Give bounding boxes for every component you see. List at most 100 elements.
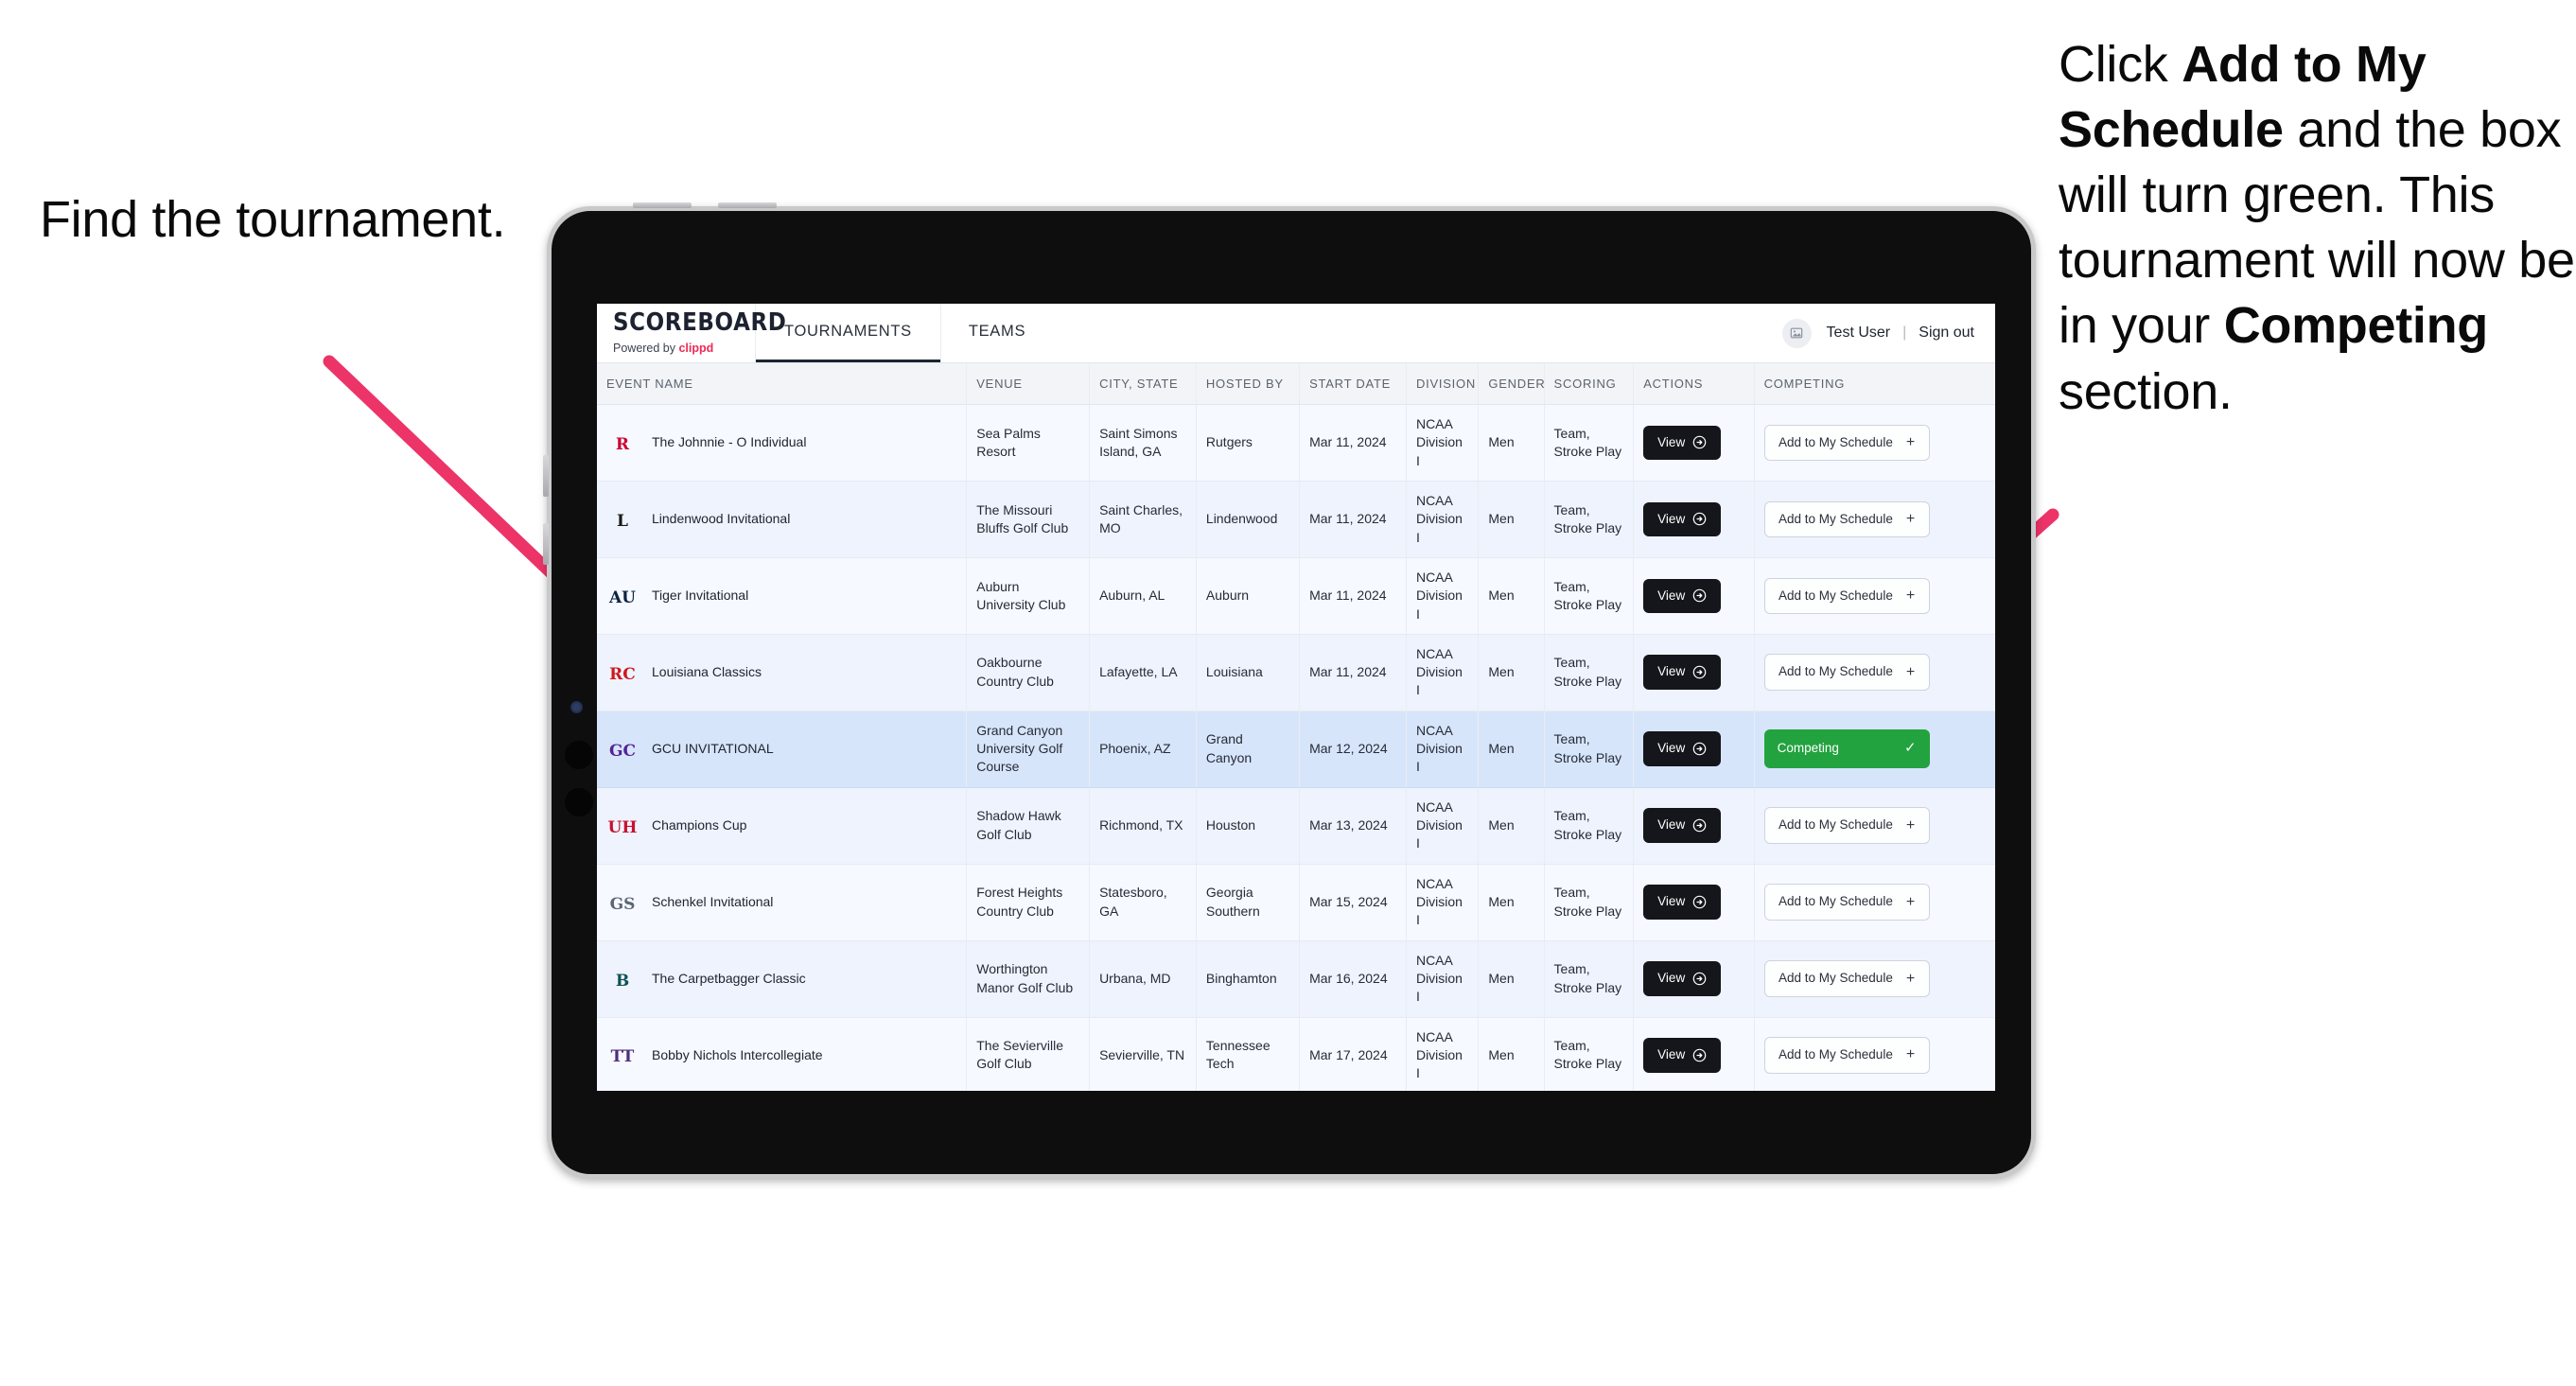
cell-actions: View xyxy=(1633,711,1755,788)
side-button-a[interactable] xyxy=(543,455,549,497)
avatar[interactable] xyxy=(1781,318,1812,348)
view-button[interactable]: View xyxy=(1643,578,1722,614)
cell-start-date: Mar 12, 2024 xyxy=(1299,711,1407,788)
cell-division: NCAA Division I xyxy=(1406,404,1480,482)
front-camera-icon xyxy=(570,701,583,713)
table-row[interactable]: GS Schenkel Invitational Forest Heights Co… xyxy=(597,864,1995,941)
brand-logo[interactable]: SCOREBOARD Powered by clippd xyxy=(597,304,786,362)
add-to-my-schedule-button[interactable]: Add to My Schedule + xyxy=(1763,500,1930,538)
view-button[interactable]: View xyxy=(1643,731,1722,767)
view-button[interactable]: View xyxy=(1643,885,1722,920)
cell-gender: Men xyxy=(1478,787,1545,865)
table-row[interactable]: TT Bobby Nichols Intercollegiate The Sevie… xyxy=(597,1017,1995,1091)
table-row[interactable]: UH Champions Cup Shadow Hawk Golf Club Rich… xyxy=(597,787,1995,865)
annotation-segment-3: Competing xyxy=(2223,297,2489,355)
arrow-right-circle-icon xyxy=(1692,512,1707,526)
add-to-my-schedule-label: Add to My Schedule xyxy=(1779,434,1893,449)
event-name-label: Schenkel Invitational xyxy=(652,893,774,909)
sign-out-link[interactable]: Sign out xyxy=(1919,325,1974,342)
volume-down-button[interactable] xyxy=(718,202,777,208)
app-header: SCOREBOARD Powered by clippd TOURNAMENTS… xyxy=(597,304,1995,363)
cell-event-name: AU Tiger Invitational xyxy=(597,557,968,635)
view-button[interactable]: View xyxy=(1643,961,1722,996)
lindenwood-logo: L xyxy=(606,505,639,534)
column-header-scoring[interactable]: SCORING xyxy=(1544,363,1635,405)
column-header-hosted-by[interactable]: HOSTED BY xyxy=(1196,363,1301,405)
cell-start-date: Mar 15, 2024 xyxy=(1299,864,1407,941)
add-to-my-schedule-button[interactable]: Add to My Schedule + xyxy=(1763,577,1930,615)
cell-division: NCAA Division I xyxy=(1406,634,1480,711)
cell-venue: Forest Heights Country Club xyxy=(966,864,1091,941)
side-button-b[interactable] xyxy=(543,523,549,565)
cell-start-date: Mar 11, 2024 xyxy=(1299,481,1407,558)
brand-subtitle: Powered by clippd xyxy=(613,342,756,355)
sensor-dot-icon xyxy=(565,741,593,769)
volume-up-button[interactable] xyxy=(633,202,692,208)
column-header-actions[interactable]: ACTIONS xyxy=(1633,363,1755,405)
table-row[interactable]: AU Tiger Invitational Auburn University Cl… xyxy=(597,557,1995,635)
arrow-right-circle-icon xyxy=(1692,435,1707,449)
cell-city-state: Phoenix, AZ xyxy=(1089,711,1197,788)
annotation-right-text: Click Add to My Schedule and the box wil… xyxy=(2059,32,2576,425)
add-to-my-schedule-button[interactable]: Add to My Schedule + xyxy=(1763,960,1930,997)
houston-cougars-logo: UH xyxy=(606,812,639,840)
table-row[interactable]: B The Carpetbagger Classic Worthington Man… xyxy=(597,940,1995,1018)
cell-hosted-by: Auburn xyxy=(1196,557,1301,635)
cell-competing: Add to My Schedule + xyxy=(1754,404,1995,482)
add-to-my-schedule-button[interactable]: Add to My Schedule + xyxy=(1763,424,1930,462)
cell-event-name: R The Johnnie - O Individual xyxy=(597,404,968,482)
table-row[interactable]: GC GCU INVITATIONAL Grand Canyon Universit… xyxy=(597,711,1995,788)
view-button[interactable]: View xyxy=(1643,808,1722,843)
view-button-label: View xyxy=(1657,817,1686,833)
cell-city-state: Lafayette, LA xyxy=(1089,634,1197,711)
cell-city-state: Sevierville, TN xyxy=(1089,1017,1197,1091)
column-header-venue[interactable]: VENUE xyxy=(966,363,1091,405)
column-header-start-date[interactable]: START DATE xyxy=(1299,363,1407,405)
column-header-gender[interactable]: GENDER xyxy=(1478,363,1545,405)
view-button[interactable]: View xyxy=(1643,1038,1722,1073)
svg-text:RC: RC xyxy=(609,665,636,684)
column-header-city-state[interactable]: CITY, STATE xyxy=(1089,363,1197,405)
column-header-competing[interactable]: COMPETING xyxy=(1754,363,1995,405)
arrow-right-circle-icon xyxy=(1692,895,1707,909)
tab-teams[interactable]: TEAMS xyxy=(940,304,1054,362)
event-name-label: The Carpetbagger Classic xyxy=(652,970,806,986)
user-links-separator: | xyxy=(1902,325,1907,341)
table-row[interactable]: RC Louisiana Classics Oakbourne Country Cl… xyxy=(597,634,1995,711)
cell-gender: Men xyxy=(1478,1017,1545,1091)
cell-venue: Sea Palms Resort xyxy=(966,404,1091,482)
arrow-right-circle-icon xyxy=(1692,742,1707,756)
event-name-label: Champions Cup xyxy=(652,817,747,833)
cell-event-name: UH Champions Cup xyxy=(597,787,968,865)
cell-start-date: Mar 16, 2024 xyxy=(1299,940,1407,1018)
plus-icon: + xyxy=(1905,816,1916,833)
add-to-my-schedule-label: Add to My Schedule xyxy=(1779,971,1893,986)
plus-icon: + xyxy=(1905,663,1916,680)
cell-competing: Add to My Schedule + xyxy=(1754,634,1995,711)
cell-start-date: Mar 11, 2024 xyxy=(1299,404,1407,482)
arrow-right-circle-icon xyxy=(1692,1048,1707,1062)
plus-icon: + xyxy=(1905,433,1916,450)
view-button[interactable]: View xyxy=(1643,425,1722,461)
cell-gender: Men xyxy=(1478,864,1545,941)
add-to-my-schedule-button[interactable]: Add to My Schedule + xyxy=(1763,654,1930,692)
cell-competing: Add to My Schedule + xyxy=(1754,481,1995,558)
add-to-my-schedule-button[interactable]: Add to My Schedule + xyxy=(1763,1037,1930,1074)
tournaments-table-scroll[interactable]: EVENT NAME VENUE CITY, STATE HOSTED BY START… xyxy=(597,363,1995,1091)
table-row[interactable]: R The Johnnie - O Individual Sea Palms Res… xyxy=(597,404,1995,482)
cell-competing: Add to My Schedule + xyxy=(1754,787,1995,865)
competing-button[interactable]: Competing ✓ xyxy=(1763,729,1930,769)
table-row[interactable]: L Lindenwood Invitational The Missouri Blu… xyxy=(597,481,1995,558)
event-name-label: Lindenwood Invitational xyxy=(652,511,791,527)
cell-actions: View xyxy=(1633,481,1755,558)
view-button[interactable]: View xyxy=(1643,501,1722,537)
column-header-event-name[interactable]: EVENT NAME xyxy=(597,363,968,405)
cell-venue: Oakbourne Country Club xyxy=(966,634,1091,711)
add-to-my-schedule-button[interactable]: Add to My Schedule + xyxy=(1763,807,1930,844)
add-to-my-schedule-button[interactable]: Add to My Schedule + xyxy=(1763,884,1930,921)
column-header-division[interactable]: DIVISION xyxy=(1406,363,1480,405)
cell-start-date: Mar 13, 2024 xyxy=(1299,787,1407,865)
cell-venue: Grand Canyon University Golf Course xyxy=(966,711,1091,788)
cell-actions: View xyxy=(1633,1017,1755,1091)
view-button[interactable]: View xyxy=(1643,655,1722,691)
